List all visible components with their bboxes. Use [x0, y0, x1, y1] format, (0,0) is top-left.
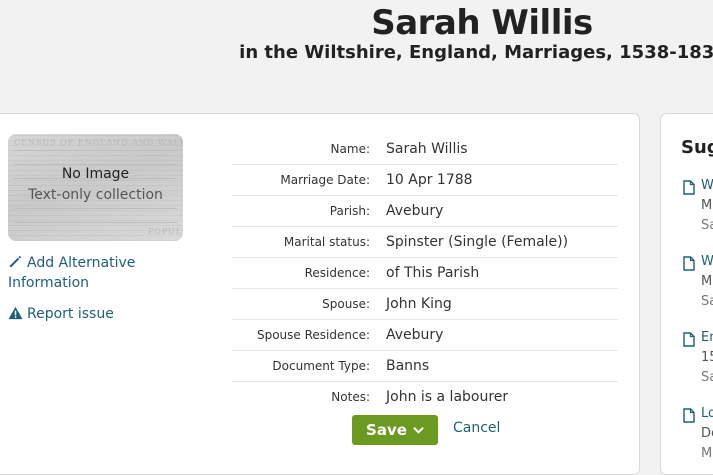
document-icon: [683, 332, 695, 347]
field-label: Document Type:: [272, 359, 370, 373]
thumbnail-line: [14, 164, 177, 165]
record-image-placeholder: CENSUS OF ENGLAND AND WALES POPUL No Ima…: [8, 134, 183, 241]
document-icon: [683, 408, 695, 423]
field-row: Marriage Date: 10 Apr 1788: [232, 165, 618, 196]
chevron-down-icon: [413, 426, 424, 434]
field-row: Marital status: Spinster (Single (Female…: [232, 227, 618, 258]
page-title: Sarah Willis: [371, 3, 593, 43]
field-label: Marriage Date:: [280, 173, 370, 187]
thumbnail-line: [14, 208, 177, 209]
field-value: Avebury: [386, 203, 444, 219]
field-row: Name: Sarah Willis: [232, 134, 618, 165]
save-button-label: Save: [366, 421, 407, 439]
record-fields: Name: Sarah Willis Marriage Date: 10 Apr…: [232, 134, 618, 412]
field-value: John is a labourer: [386, 389, 509, 405]
field-label: Residence:: [304, 266, 370, 280]
thumbnail-watermark-text: CENSUS OF ENGLAND AND WALES: [14, 138, 183, 147]
no-image-label: No Image: [61, 166, 130, 182]
suggestion-source: Sa: [701, 218, 713, 233]
suggestion-detail: M: [701, 274, 713, 289]
report-issue-link[interactable]: Report issue: [8, 304, 114, 324]
suggestion-source: Sa: [701, 370, 713, 385]
cancel-link[interactable]: Cancel: [453, 420, 500, 436]
field-row: Notes: John is a labourer: [232, 382, 618, 412]
field-row: Spouse: John King: [232, 289, 618, 320]
add-alternative-label: Add Alternative Information: [8, 255, 136, 291]
field-value: Banns: [386, 358, 430, 374]
field-row: Residence: of This Parish: [232, 258, 618, 289]
thumbnail-line: [14, 150, 177, 151]
document-icon: [683, 180, 695, 195]
suggestion-source: M: [701, 446, 713, 461]
page-subtitle: in the Wiltshire, England, Marriages, 15…: [239, 42, 713, 63]
field-value: Avebury: [386, 327, 444, 343]
suggestion-detail: M: [701, 198, 713, 213]
report-issue-label: Report issue: [27, 306, 114, 322]
suggestion-source: Sa: [701, 294, 713, 309]
field-value: 10 Apr 1788: [386, 172, 473, 188]
add-alternative-information-link[interactable]: Add Alternative Information: [8, 253, 158, 293]
field-value: Spinster (Single (Female)): [386, 234, 569, 250]
suggestion-title: W: [701, 178, 713, 193]
suggestions-title: Sug: [681, 137, 713, 158]
suggestion-title: Lo: [701, 406, 713, 421]
text-only-collection-label: Text-only collection: [28, 187, 163, 203]
field-value: Sarah Willis: [386, 141, 468, 157]
suggestion-title: En: [701, 330, 713, 345]
pencil-icon: [9, 255, 22, 268]
field-label: Spouse Residence:: [256, 328, 370, 342]
suggestion-detail: 15: [701, 350, 713, 365]
save-button[interactable]: Save: [352, 415, 438, 445]
record-header: Sarah Willis in the Wiltshire, England, …: [0, 0, 713, 112]
field-value: John King: [386, 296, 452, 312]
suggestion-title: W: [701, 254, 713, 269]
field-row: Parish: Avebury: [232, 196, 618, 227]
thumbnail-watermark-text: POPUL: [148, 227, 183, 236]
document-icon: [683, 256, 695, 271]
field-label: Notes:: [331, 390, 370, 404]
field-label: Marital status:: [283, 235, 370, 249]
field-label: Name:: [330, 142, 370, 156]
field-row: Spouse Residence: Avebury: [232, 320, 618, 351]
field-label: Spouse:: [322, 297, 370, 311]
suggestion-detail: De: [701, 426, 713, 441]
field-label: Parish:: [329, 204, 370, 218]
field-row: Document Type: Banns: [232, 351, 618, 382]
field-value: of This Parish: [386, 265, 480, 281]
warning-icon: [8, 306, 23, 320]
thumbnail-line: [14, 222, 177, 223]
